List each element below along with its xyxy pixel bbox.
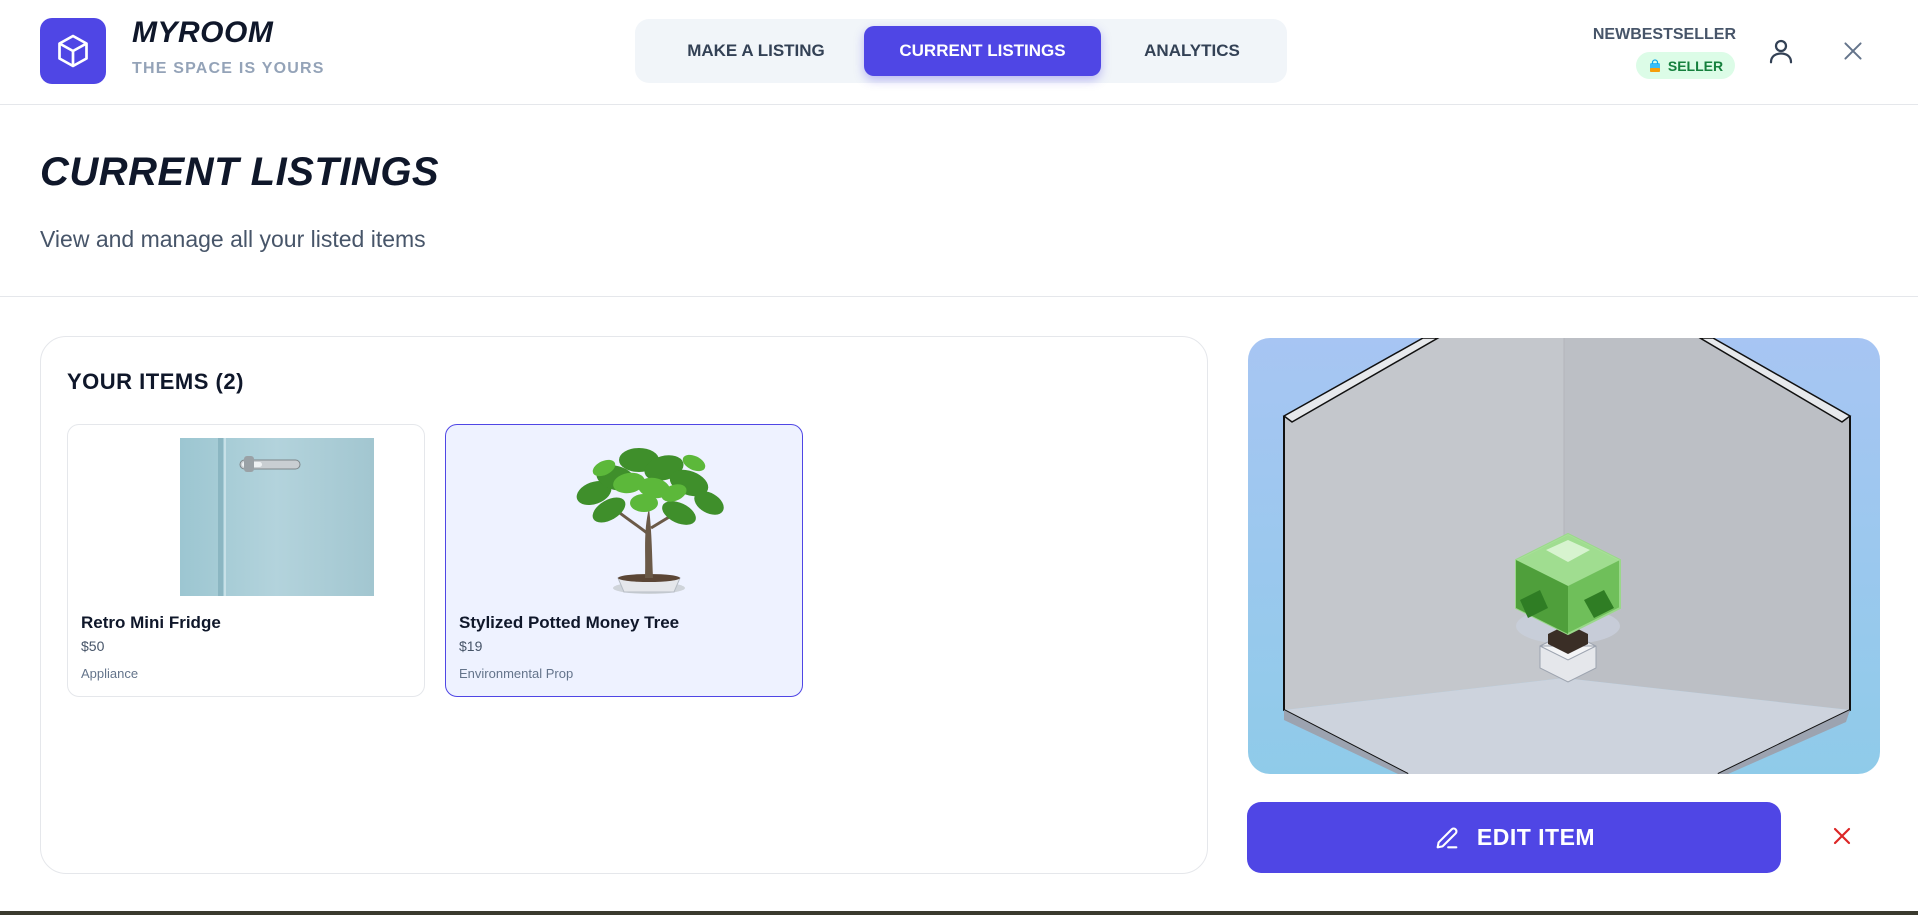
user-name: NEWBESTSELLER [1592,26,1736,43]
cube-icon [58,34,88,68]
item-price: $50 [81,638,105,654]
seller-badge: SELLER [1636,52,1735,79]
item-category: Environmental Prop [459,666,574,681]
room-preview[interactable] [1248,338,1880,774]
item-card-stylized-potted-money-tree[interactable]: Stylized Potted Money Tree $19 Environme… [445,424,803,697]
brand-subtitle: THE SPACE IS YOURS [132,60,325,77]
seller-badge-label: SELLER [1667,57,1724,74]
pencil-icon [1436,827,1458,848]
tab-analytics[interactable]: ANALYTICS [1105,26,1279,76]
item-name: Stylized Potted Money Tree [459,613,680,632]
item-price: $19 [459,638,483,654]
shopping-bag-icon [1649,58,1660,72]
tab-current-listings[interactable]: CURRENT LISTINGS [864,26,1101,76]
items-panel: YOUR ITEMS (2) Retro Mini Fridge $50 App… [40,336,1208,874]
fridge-image [180,438,374,596]
item-name: Retro Mini Fridge [81,613,221,632]
item-category: Appliance [81,666,139,681]
close-icon[interactable] [1838,38,1868,64]
logo[interactable] [40,18,106,84]
user-icon[interactable] [1766,36,1796,66]
bottom-border [0,911,1918,915]
edit-item-button[interactable]: EDIT ITEM [1247,802,1781,873]
item-card-retro-mini-fridge[interactable]: Retro Mini Fridge $50 Appliance [67,424,425,697]
app-header: MYROOM THE SPACE IS YOURS MAKE A LISTING… [0,0,1918,105]
main-nav: MAKE A LISTING CURRENT LISTINGS ANALYTIC… [635,19,1287,83]
page-subtitle: View and manage all your listed items [40,226,426,252]
page-title: CURRENT LISTINGS [40,150,440,194]
tree-image [576,448,724,594]
items-heading: YOUR ITEMS (2) [67,369,244,394]
tab-make-a-listing[interactable]: MAKE A LISTING [643,26,869,76]
page-header: CURRENT LISTINGS View and manage all you… [0,106,1918,297]
delete-icon[interactable] [1830,824,1854,848]
edit-item-label: EDIT ITEM [1476,824,1596,850]
brand-title: MYROOM [132,16,274,49]
isometric-room [1282,338,1852,774]
